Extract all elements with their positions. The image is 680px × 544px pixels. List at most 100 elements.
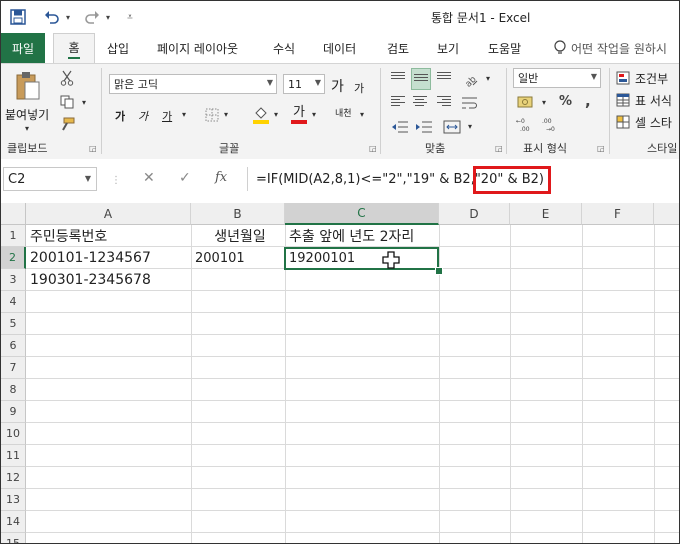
tab-data[interactable]: 데이터 xyxy=(323,33,356,63)
table-format-button[interactable]: 표 서식 xyxy=(635,92,672,109)
tab-review[interactable]: 검토 xyxy=(387,33,409,63)
cell-a3[interactable]: 190301-2345678 xyxy=(26,269,191,291)
copy-dropdown-icon[interactable]: ▾ xyxy=(79,98,89,107)
conditional-format-button[interactable]: 조건부 xyxy=(635,70,668,87)
grow-font-button[interactable]: 가 xyxy=(331,76,344,96)
row-header-15[interactable]: 15 xyxy=(1,533,26,543)
orientation-icon[interactable]: ab xyxy=(459,68,481,90)
row-header-6[interactable]: 6 xyxy=(1,335,26,357)
accounting-dropdown-icon[interactable]: ▾ xyxy=(539,98,549,107)
align-right-icon[interactable] xyxy=(435,94,453,110)
cell-styles-icon[interactable] xyxy=(615,114,631,130)
conditional-format-icon[interactable] xyxy=(615,70,631,86)
tab-view[interactable]: 보기 xyxy=(437,33,459,63)
row-header-7[interactable]: 7 xyxy=(1,357,26,379)
cell-styles-button[interactable]: 셀 스타 xyxy=(635,114,672,131)
row-header-1[interactable]: 1 xyxy=(1,225,26,247)
row-header-5[interactable]: 5 xyxy=(1,313,26,335)
bold-button[interactable]: 가 xyxy=(115,108,125,124)
cell-b1[interactable]: 생년월일 xyxy=(191,225,285,247)
row-header-11[interactable]: 11 xyxy=(1,445,26,467)
row-header-9[interactable]: 9 xyxy=(1,401,26,423)
cancel-button[interactable]: ✕ xyxy=(143,170,155,186)
save-icon[interactable] xyxy=(7,7,29,27)
tab-file[interactable]: 파일 xyxy=(1,33,45,63)
row-header-13[interactable]: 13 xyxy=(1,489,26,511)
merge-center-icon[interactable] xyxy=(441,118,463,136)
row-header-2[interactable]: 2 xyxy=(1,247,26,269)
accounting-format-icon[interactable] xyxy=(515,92,537,112)
select-all-button[interactable] xyxy=(1,203,26,225)
font-name-select[interactable]: 맑은 고딕 ▼ xyxy=(109,74,277,94)
insert-function-button[interactable]: fx xyxy=(215,170,227,185)
row-header-4[interactable]: 4 xyxy=(1,291,26,313)
column-header-c[interactable]: C xyxy=(285,203,439,225)
column-header-f[interactable]: F xyxy=(582,203,654,225)
font-color-icon[interactable]: 가 xyxy=(289,104,309,126)
column-header-d[interactable]: D xyxy=(439,203,510,225)
tab-home[interactable]: 홈 xyxy=(53,33,95,64)
orientation-dropdown-icon[interactable]: ▾ xyxy=(483,74,493,83)
number-launcher-icon[interactable]: ◲ xyxy=(597,144,605,153)
undo-dropdown-icon[interactable]: ▾ xyxy=(63,7,73,27)
shrink-font-button[interactable]: 가 xyxy=(354,80,364,96)
column-header-a[interactable]: A xyxy=(26,203,191,225)
fill-color-dropdown-icon[interactable]: ▾ xyxy=(271,110,281,119)
cell-c1[interactable]: 추출 앞에 년도 2자리 xyxy=(285,225,485,247)
decrease-decimal-icon[interactable]: .00 →0 xyxy=(541,114,563,134)
decrease-indent-icon[interactable] xyxy=(389,118,411,136)
cell-a2[interactable]: 200101-1234567 xyxy=(26,247,191,269)
row-header-14[interactable]: 14 xyxy=(1,511,26,533)
font-color-dropdown-icon[interactable]: ▾ xyxy=(309,110,319,119)
undo-icon[interactable] xyxy=(41,7,63,27)
border-icon[interactable] xyxy=(203,106,221,124)
paste-dropdown-icon[interactable]: ▾ xyxy=(21,124,33,133)
alignment-launcher-icon[interactable]: ◲ xyxy=(495,144,503,153)
fill-color-icon[interactable] xyxy=(251,104,271,126)
increase-indent-icon[interactable] xyxy=(413,118,435,136)
tab-insert[interactable]: 삽입 xyxy=(107,33,129,63)
align-middle-icon[interactable] xyxy=(411,68,431,90)
redo-icon[interactable] xyxy=(81,7,103,27)
paste-icon[interactable] xyxy=(11,70,45,102)
column-header-b[interactable]: B xyxy=(191,203,285,225)
cell-b2[interactable]: 200101 xyxy=(191,247,285,269)
percent-button[interactable]: % xyxy=(559,94,572,109)
table-format-icon[interactable] xyxy=(615,92,631,108)
redo-dropdown-icon[interactable]: ▾ xyxy=(103,7,113,27)
tab-help[interactable]: 도움말 xyxy=(488,33,521,63)
italic-button[interactable]: 가 xyxy=(138,108,148,124)
name-box[interactable]: C2 ▼ xyxy=(3,167,97,191)
format-painter-icon[interactable] xyxy=(57,114,77,134)
column-header-next[interactable] xyxy=(654,203,679,225)
comma-button[interactable]: , xyxy=(585,92,591,110)
copy-icon[interactable] xyxy=(57,92,77,112)
tell-me-input[interactable]: 어떤 작업을 원하시 xyxy=(571,33,667,63)
phonetic-button[interactable]: 내천 xyxy=(335,106,352,119)
enter-button[interactable]: ✓ xyxy=(179,170,191,186)
font-size-select[interactable]: 11 ▼ xyxy=(283,74,325,94)
tab-page-layout[interactable]: 페이지 레이아웃 xyxy=(157,33,238,63)
clipboard-launcher-icon[interactable]: ◲ xyxy=(89,144,97,153)
column-header-e[interactable]: E xyxy=(510,203,582,225)
fill-handle[interactable] xyxy=(435,267,443,275)
number-format-select[interactable]: 일반 ▼ xyxy=(513,68,601,88)
underline-button[interactable]: 가 xyxy=(162,108,172,124)
row-header-3[interactable]: 3 xyxy=(1,269,26,291)
font-launcher-icon[interactable]: ◲ xyxy=(369,144,377,153)
tab-formulas[interactable]: 수식 xyxy=(273,33,295,63)
worksheet-grid[interactable]: A B C D E F 1 2 3 4 5 6 7 8 9 10 11 12 1… xyxy=(1,203,679,543)
cell-a1[interactable]: 주민등록번호 xyxy=(26,225,191,247)
merge-dropdown-icon[interactable]: ▾ xyxy=(465,122,475,131)
align-bottom-icon[interactable] xyxy=(435,70,453,86)
wrap-text-icon[interactable] xyxy=(459,92,481,114)
row-header-12[interactable]: 12 xyxy=(1,467,26,489)
row-header-10[interactable]: 10 xyxy=(1,423,26,445)
increase-decimal-icon[interactable]: ←0.00 xyxy=(515,114,537,134)
border-dropdown-icon[interactable]: ▾ xyxy=(221,110,231,119)
cut-icon[interactable] xyxy=(57,68,77,88)
row-header-8[interactable]: 8 xyxy=(1,379,26,401)
align-center-icon[interactable] xyxy=(411,94,429,110)
underline-dropdown-icon[interactable]: ▾ xyxy=(179,110,189,119)
formula-input[interactable]: =IF(MID(A2,8,1)<="2","19" & B2,"20" & B2… xyxy=(247,167,677,191)
